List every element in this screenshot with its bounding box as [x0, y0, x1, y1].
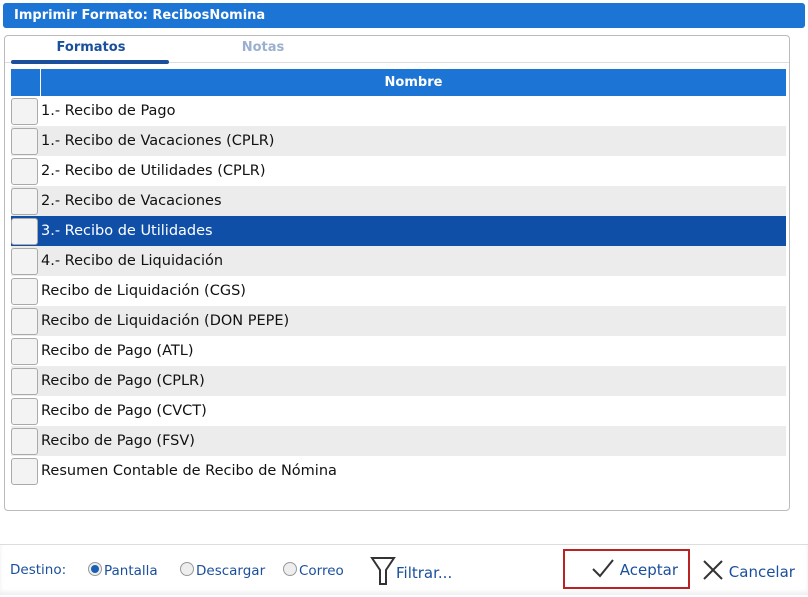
- radio-label: Correo: [299, 563, 344, 579]
- table-header: Nombre: [11, 69, 786, 96]
- row-checkbox[interactable]: [11, 277, 38, 305]
- table-row[interactable]: 2.- Recibo de Utilidades (CPLR): [11, 156, 786, 186]
- row-checkbox[interactable]: [11, 457, 38, 485]
- row-checkbox[interactable]: [11, 427, 38, 455]
- row-checkbox[interactable]: [11, 97, 38, 125]
- filter-button[interactable]: Filtrar...: [370, 549, 452, 589]
- cancel-button[interactable]: Cancelar: [702, 549, 795, 589]
- row-name: Recibo de Pago (ATL): [41, 343, 194, 359]
- row-checkbox[interactable]: [11, 187, 38, 215]
- table-row[interactable]: Recibo de Pago (CPLR): [11, 366, 786, 396]
- radio-button-icon[interactable]: [88, 562, 102, 576]
- row-checkbox[interactable]: [11, 217, 38, 245]
- radio-pantalla[interactable]: Pantalla: [88, 562, 158, 579]
- row-name: Recibo de Pago (FSV): [41, 433, 195, 449]
- row-name: 1.- Recibo de Vacaciones (CPLR): [41, 133, 275, 149]
- row-name: Recibo de Liquidación (DON PEPE): [41, 313, 290, 329]
- table-row[interactable]: Recibo de Liquidación (DON PEPE): [11, 306, 786, 336]
- row-name: 2.- Recibo de Vacaciones: [41, 193, 222, 209]
- tab-bar: Formatos Notas: [5, 36, 789, 64]
- table-row[interactable]: Resumen Contable de Recibo de Nómina: [11, 456, 786, 486]
- table-row[interactable]: 1.- Recibo de Vacaciones (CPLR): [11, 126, 786, 156]
- row-checkbox[interactable]: [11, 397, 38, 425]
- radio-label: Descargar: [196, 563, 266, 579]
- column-header-nombre[interactable]: Nombre: [41, 69, 786, 96]
- table-row[interactable]: 4.- Recibo de Liquidación: [11, 246, 786, 276]
- row-name: Recibo de Liquidación (CGS): [41, 283, 246, 299]
- footer-bar: Destino: Pantalla Descargar Correo Filtr…: [0, 544, 808, 595]
- main-panel: Formatos Notas Nombre 1.- Recibo de Pago…: [4, 35, 790, 511]
- checkbox-column-header: [11, 69, 41, 96]
- close-icon: [703, 560, 723, 580]
- row-checkbox[interactable]: [11, 157, 38, 185]
- table-row[interactable]: 3.- Recibo de Utilidades: [11, 216, 786, 246]
- table-row[interactable]: Recibo de Pago (ATL): [11, 336, 786, 366]
- radio-button-icon[interactable]: [283, 562, 297, 576]
- table-row[interactable]: 2.- Recibo de Vacaciones: [11, 186, 786, 216]
- tab-formatos[interactable]: Formatos: [11, 40, 171, 64]
- radio-correo[interactable]: Correo: [283, 562, 344, 579]
- radio-descargar[interactable]: Descargar: [180, 562, 265, 579]
- row-name: Recibo de Pago (CVCT): [41, 403, 207, 419]
- window-title: Imprimir Formato: RecibosNomina: [3, 3, 805, 28]
- table-row[interactable]: Recibo de Pago (FSV): [11, 426, 786, 456]
- filter-icon: [370, 557, 396, 585]
- formats-table: Nombre 1.- Recibo de Pago 1.- Recibo de V…: [11, 69, 786, 486]
- row-name: Resumen Contable de Recibo de Nómina: [41, 463, 337, 479]
- accept-button[interactable]: Aceptar: [563, 549, 690, 589]
- row-name: 2.- Recibo de Utilidades (CPLR): [41, 163, 266, 179]
- row-name: Recibo de Pago (CPLR): [41, 373, 205, 389]
- checkmark-icon: [592, 559, 614, 578]
- row-name: 1.- Recibo de Pago: [41, 103, 176, 119]
- row-checkbox[interactable]: [11, 367, 38, 395]
- destino-label: Destino:: [10, 562, 67, 578]
- radio-label: Pantalla: [104, 563, 158, 579]
- table-row[interactable]: Recibo de Pago (CVCT): [11, 396, 786, 426]
- row-checkbox[interactable]: [11, 127, 38, 155]
- radio-button-icon[interactable]: [180, 562, 194, 576]
- table-row[interactable]: Recibo de Liquidación (CGS): [11, 276, 786, 306]
- row-checkbox[interactable]: [11, 247, 38, 275]
- accept-label: Aceptar: [619, 561, 679, 579]
- row-name: 3.- Recibo de Utilidades: [41, 223, 213, 239]
- cancel-label: Cancelar: [728, 563, 795, 581]
- row-checkbox[interactable]: [11, 307, 38, 335]
- filter-label: Filtrar...: [396, 564, 453, 582]
- tab-notas[interactable]: Notas: [183, 40, 343, 55]
- row-name: 4.- Recibo de Liquidación: [41, 253, 224, 269]
- table-row[interactable]: 1.- Recibo de Pago: [11, 96, 786, 126]
- row-checkbox[interactable]: [11, 337, 38, 365]
